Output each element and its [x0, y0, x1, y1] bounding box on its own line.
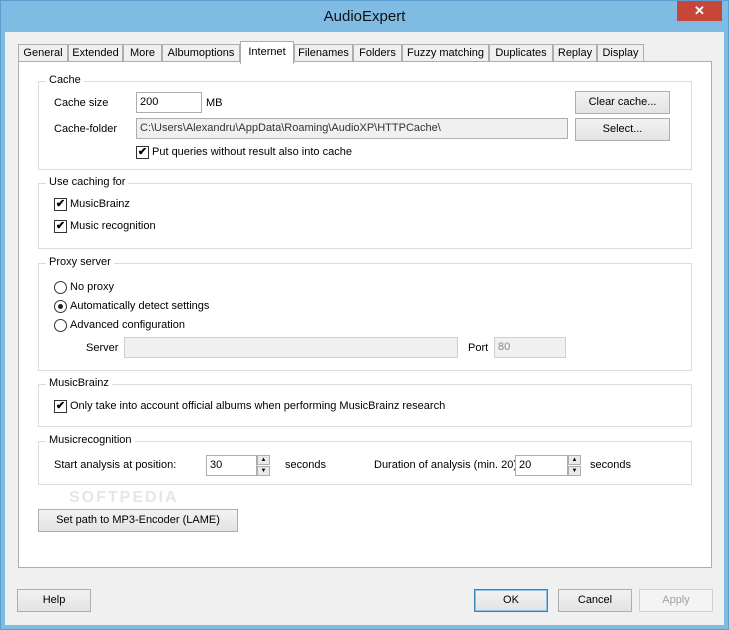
radio-no-proxy-label: No proxy — [70, 281, 115, 293]
musicrecognition-group-title: Musicrecognition — [46, 434, 135, 446]
duration-label: Duration of analysis (min. 20) — [374, 459, 518, 471]
apply-button[interactable]: Apply — [639, 589, 713, 612]
help-button[interactable]: Help — [17, 589, 91, 612]
clear-cache-button[interactable]: Clear cache... — [575, 91, 670, 114]
use-caching-group-title: Use caching for — [46, 176, 129, 188]
server-input[interactable] — [124, 337, 458, 358]
window-title: AudioExpert — [323, 8, 406, 25]
official-albums-label: Only take into account official albums w… — [70, 400, 446, 412]
cache-size-label: Cache size — [54, 97, 109, 109]
start-analysis-unit: seconds — [285, 459, 326, 471]
start-analysis-spinner[interactable]: ▲ ▼ — [257, 455, 270, 476]
musicrecognition-group: Musicrecognition Start analysis at posit… — [38, 434, 692, 485]
spin-up-icon[interactable]: ▲ — [257, 455, 270, 465]
cache-size-unit: MB — [206, 97, 223, 109]
title-bar[interactable]: AudioExpert ✕ — [1, 1, 728, 32]
client-area: General Extended More Albumoptions Inter… — [9, 32, 720, 623]
put-queries-label: Put queries without result also into cac… — [152, 146, 352, 158]
cache-group-title: Cache — [46, 74, 84, 86]
spin-down-icon[interactable]: ▼ — [257, 466, 270, 476]
musicbrainz-cache-label: MusicBrainz — [70, 198, 130, 210]
start-analysis-label: Start analysis at position: — [54, 459, 177, 471]
musicbrainz-group: MusicBrainz ✔ Only take into account off… — [38, 377, 692, 427]
close-icon[interactable]: ✕ — [677, 1, 722, 21]
music-recognition-cache-label: Music recognition — [70, 220, 156, 232]
port-label: Port — [468, 342, 489, 354]
duration-unit: seconds — [590, 459, 631, 471]
duration-spinner[interactable]: ▲ ▼ — [568, 455, 581, 476]
use-caching-group: Use caching for ✔ MusicBrainz ✔ Music re… — [38, 176, 692, 249]
check-icon: ✔ — [136, 146, 149, 159]
radio-unselected-icon — [54, 281, 67, 294]
tab-internet[interactable]: Internet — [240, 41, 294, 64]
radio-auto-detect-label: Automatically detect settings — [70, 300, 210, 312]
cache-folder-label: Cache-folder — [54, 123, 117, 135]
check-icon: ✔ — [54, 220, 67, 233]
musicbrainz-group-title: MusicBrainz — [46, 377, 112, 389]
cache-folder-field[interactable]: C:\Users\Alexandru\AppData\Roaming\Audio… — [136, 118, 568, 139]
cache-group: Cache Cache size 200 MB Clear cache... C… — [38, 74, 692, 170]
proxy-group-title: Proxy server — [46, 256, 114, 268]
dialog-window: AudioExpert ✕ General Extended More Albu… — [0, 0, 729, 630]
proxy-group: Proxy server No proxy Automatically dete… — [38, 256, 692, 371]
server-label: Server — [86, 342, 119, 354]
ok-button[interactable]: OK — [474, 589, 548, 612]
port-input[interactable]: 80 — [494, 337, 566, 358]
check-icon: ✔ — [54, 198, 67, 211]
cache-size-input[interactable]: 200 — [136, 92, 202, 113]
internet-tab-page: SOFTPEDIA Cache Cache size 200 MB Clear … — [18, 61, 712, 568]
start-analysis-input[interactable]: 30 — [206, 455, 257, 476]
cancel-button[interactable]: Cancel — [558, 589, 632, 612]
spin-down-icon[interactable]: ▼ — [568, 466, 581, 476]
check-icon: ✔ — [54, 400, 67, 413]
spin-up-icon[interactable]: ▲ — [568, 455, 581, 465]
softpedia-watermark: SOFTPEDIA — [69, 489, 179, 506]
radio-advanced-config-label: Advanced configuration — [70, 319, 185, 331]
radio-unselected-icon — [54, 319, 67, 332]
radio-selected-icon — [54, 300, 67, 313]
duration-input[interactable]: 20 — [515, 455, 568, 476]
select-folder-button[interactable]: Select... — [575, 118, 670, 141]
set-encoder-path-button[interactable]: Set path to MP3-Encoder (LAME) — [38, 509, 238, 532]
